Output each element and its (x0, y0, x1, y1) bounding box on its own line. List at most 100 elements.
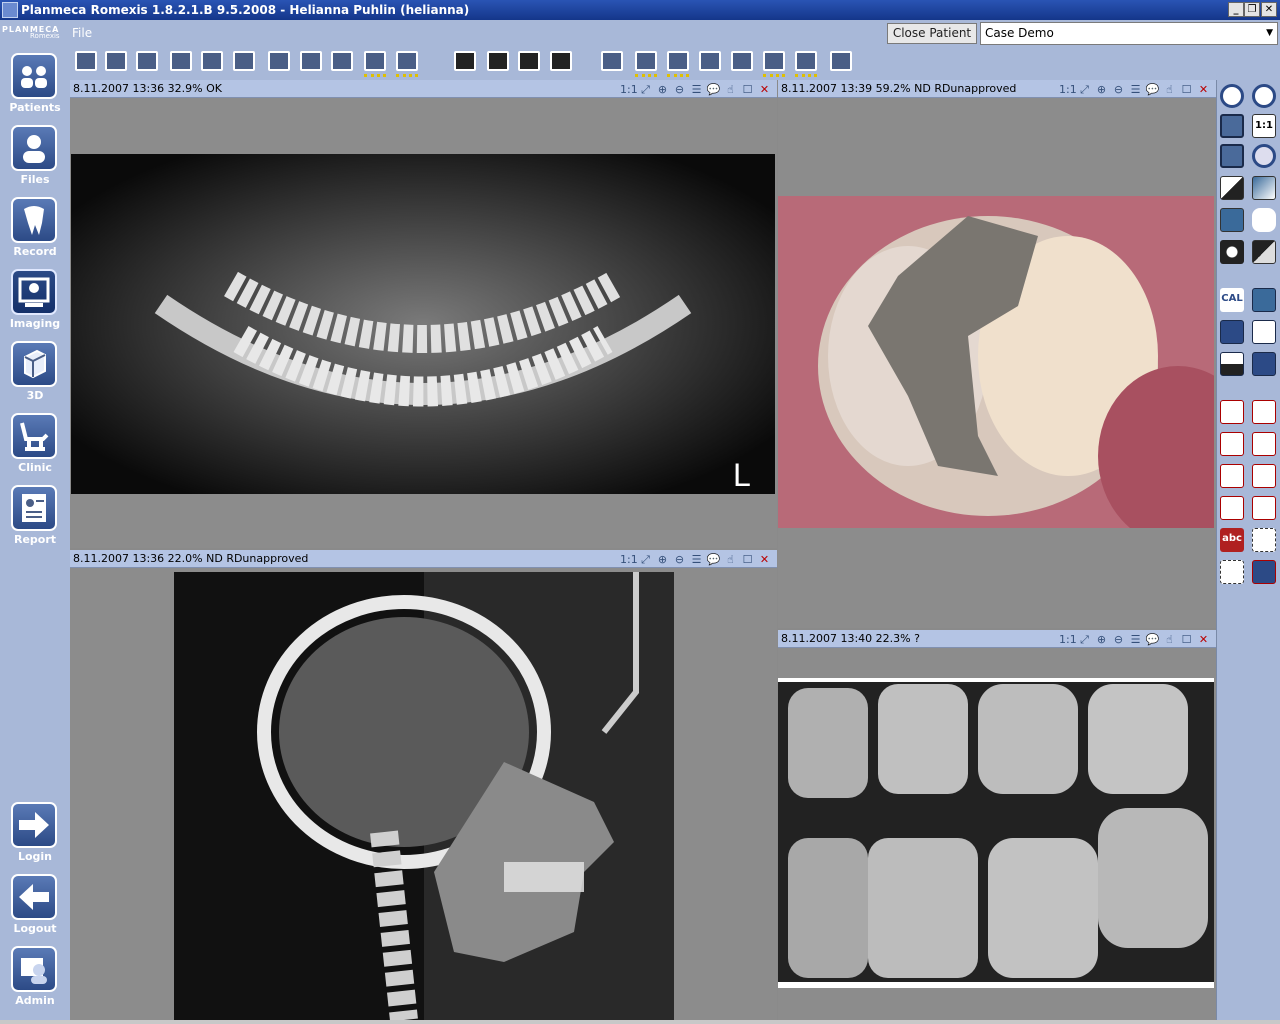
case-select[interactable]: Case Demo ▼ (980, 22, 1278, 45)
maximize-icon[interactable]: ☐ (739, 81, 756, 99)
close-icon[interactable]: ✕ (756, 81, 773, 99)
hand-icon[interactable]: ☝ (722, 551, 739, 569)
contrast-tool[interactable] (1250, 238, 1278, 266)
export-2-button[interactable] (632, 48, 660, 77)
nav-logout[interactable]: Logout (0, 874, 70, 946)
print-3-button[interactable] (760, 48, 788, 77)
send-button[interactable] (827, 48, 855, 76)
gamma-tool[interactable] (1250, 350, 1278, 378)
angle-measure-tool[interactable] (1250, 430, 1278, 458)
pan-tool[interactable] (1250, 206, 1278, 234)
pane-bitewing[interactable]: 8.11.2007 13:40 22.3% ? 1:1 ⤢ ⊕ ⊖ ☰ 💬 ☝ ☐ ✕ (778, 630, 1216, 1020)
window-close-button[interactable]: ✕ (1261, 2, 1277, 17)
line-measure-tool[interactable] (1218, 398, 1246, 426)
nav-3d[interactable]: 3D (0, 341, 70, 413)
actual-size-tool[interactable]: 1:1 (1250, 112, 1278, 140)
close-icon[interactable]: ✕ (756, 551, 773, 569)
plate-scanner-button[interactable] (297, 48, 325, 76)
one-to-one-icon[interactable]: 1:1 (620, 551, 638, 569)
list-icon[interactable]: ☰ (1127, 81, 1144, 99)
calibrate-tool[interactable]: CAL (1218, 286, 1246, 314)
zoom-in-tool[interactable] (1218, 82, 1246, 110)
comment-icon[interactable]: 💬 (1144, 631, 1161, 649)
export-button[interactable] (598, 48, 626, 76)
invert-tool[interactable] (1218, 174, 1246, 202)
zoom-out-icon[interactable]: ⊖ (1110, 631, 1127, 649)
nav-login[interactable]: Login (0, 802, 70, 874)
acquire-intraoral-2-button[interactable] (198, 48, 226, 76)
maximize-icon[interactable]: ☐ (1178, 631, 1195, 649)
fit-all-tool[interactable] (1218, 142, 1246, 170)
cephalometric-xray-image[interactable] (174, 572, 674, 1020)
select-area-tool[interactable] (1250, 526, 1278, 554)
zoom-out-tool[interactable] (1250, 82, 1278, 110)
delete-annotation-tool[interactable] (1218, 558, 1246, 586)
vertical-measure-tool[interactable] (1218, 430, 1246, 458)
nav-admin[interactable]: Admin (0, 946, 70, 1018)
import-batch-button[interactable] (361, 48, 389, 77)
pin-tool[interactable] (1218, 206, 1246, 234)
intraoral-photo[interactable] (778, 196, 1214, 528)
comment-icon[interactable]: 💬 (1144, 81, 1161, 99)
panoramic-xray-image[interactable]: L (71, 154, 775, 494)
layout-split-button[interactable] (515, 48, 543, 76)
zoom-out-icon[interactable]: ⊖ (671, 551, 688, 569)
horizontal-measure-tool[interactable] (1250, 398, 1278, 426)
nav-files[interactable]: Files (0, 125, 70, 197)
ellipse-tool[interactable] (1250, 494, 1278, 522)
fit-icon[interactable]: ⤢ (1076, 631, 1093, 649)
one-to-one-icon[interactable]: 1:1 (1059, 81, 1077, 99)
angle-tool[interactable] (1250, 286, 1278, 314)
comment-icon[interactable]: 💬 (705, 81, 722, 99)
hand-icon[interactable]: ☝ (1161, 631, 1178, 649)
list-icon[interactable]: ☰ (688, 551, 705, 569)
close-patient-button[interactable]: Close Patient (887, 23, 977, 44)
fit-icon[interactable]: ⤢ (1076, 81, 1093, 99)
polyline-tool[interactable] (1218, 462, 1246, 490)
nav-imaging[interactable]: Imaging (0, 269, 70, 341)
import-button[interactable] (328, 48, 356, 76)
print-2-button[interactable] (728, 48, 756, 76)
zoom-in-icon[interactable]: ⊕ (1093, 631, 1110, 649)
import-multi-button[interactable] (393, 48, 421, 77)
acquire-ceph-button[interactable] (133, 48, 161, 76)
list-icon[interactable]: ☰ (688, 81, 705, 99)
bitewing-xray-image[interactable] (778, 678, 1214, 988)
hand-icon[interactable]: ☝ (722, 81, 739, 99)
rectangle-tool[interactable] (1218, 494, 1246, 522)
minimize-button[interactable]: _ (1228, 2, 1244, 17)
comment-icon[interactable]: 💬 (705, 551, 722, 569)
layout-grid-button[interactable] (451, 48, 479, 76)
one-to-one-icon[interactable]: 1:1 (1059, 631, 1077, 649)
fit-icon[interactable]: ⤢ (637, 81, 654, 99)
layout-up-down-button[interactable] (484, 48, 512, 76)
one-to-one-icon[interactable]: 1:1 (620, 81, 638, 99)
dicom-send-button[interactable] (792, 48, 820, 77)
curve-tool[interactable] (1218, 350, 1246, 378)
clear-measurements-tool[interactable] (1250, 558, 1278, 586)
window-level-tool[interactable] (1250, 174, 1278, 202)
print-button[interactable] (696, 48, 724, 76)
zoom-in-icon[interactable]: ⊕ (1093, 81, 1110, 99)
hand-icon[interactable]: ☝ (1161, 81, 1178, 99)
pane-cephalometric[interactable]: 8.11.2007 13:36 22.0% ND RDunapproved 1:… (70, 550, 777, 1020)
acquire-pan-button[interactable] (72, 48, 100, 76)
fit-tool[interactable] (1218, 112, 1246, 140)
acquire-camera-button[interactable] (230, 48, 258, 76)
close-icon[interactable]: ✕ (1195, 81, 1212, 99)
histogram-tool[interactable] (1250, 318, 1278, 346)
list-icon[interactable]: ☰ (1127, 631, 1144, 649)
nav-record[interactable]: Record (0, 197, 70, 269)
acquire-pan-2-button[interactable] (102, 48, 130, 76)
fit-icon[interactable]: ⤢ (637, 551, 654, 569)
nav-patients[interactable]: Patients (0, 53, 70, 125)
zoom-in-icon[interactable]: ⊕ (654, 551, 671, 569)
zoom-in-icon[interactable]: ⊕ (654, 81, 671, 99)
close-icon[interactable]: ✕ (1195, 631, 1212, 649)
maximize-icon[interactable]: ☐ (1178, 81, 1195, 99)
zoom-out-icon[interactable]: ⊖ (1110, 81, 1127, 99)
layout-close-button[interactable] (547, 48, 575, 76)
magnify-tool[interactable] (1250, 142, 1278, 170)
text-annotation-tool[interactable]: abc (1218, 526, 1246, 554)
nav-report[interactable]: Report (0, 485, 70, 557)
